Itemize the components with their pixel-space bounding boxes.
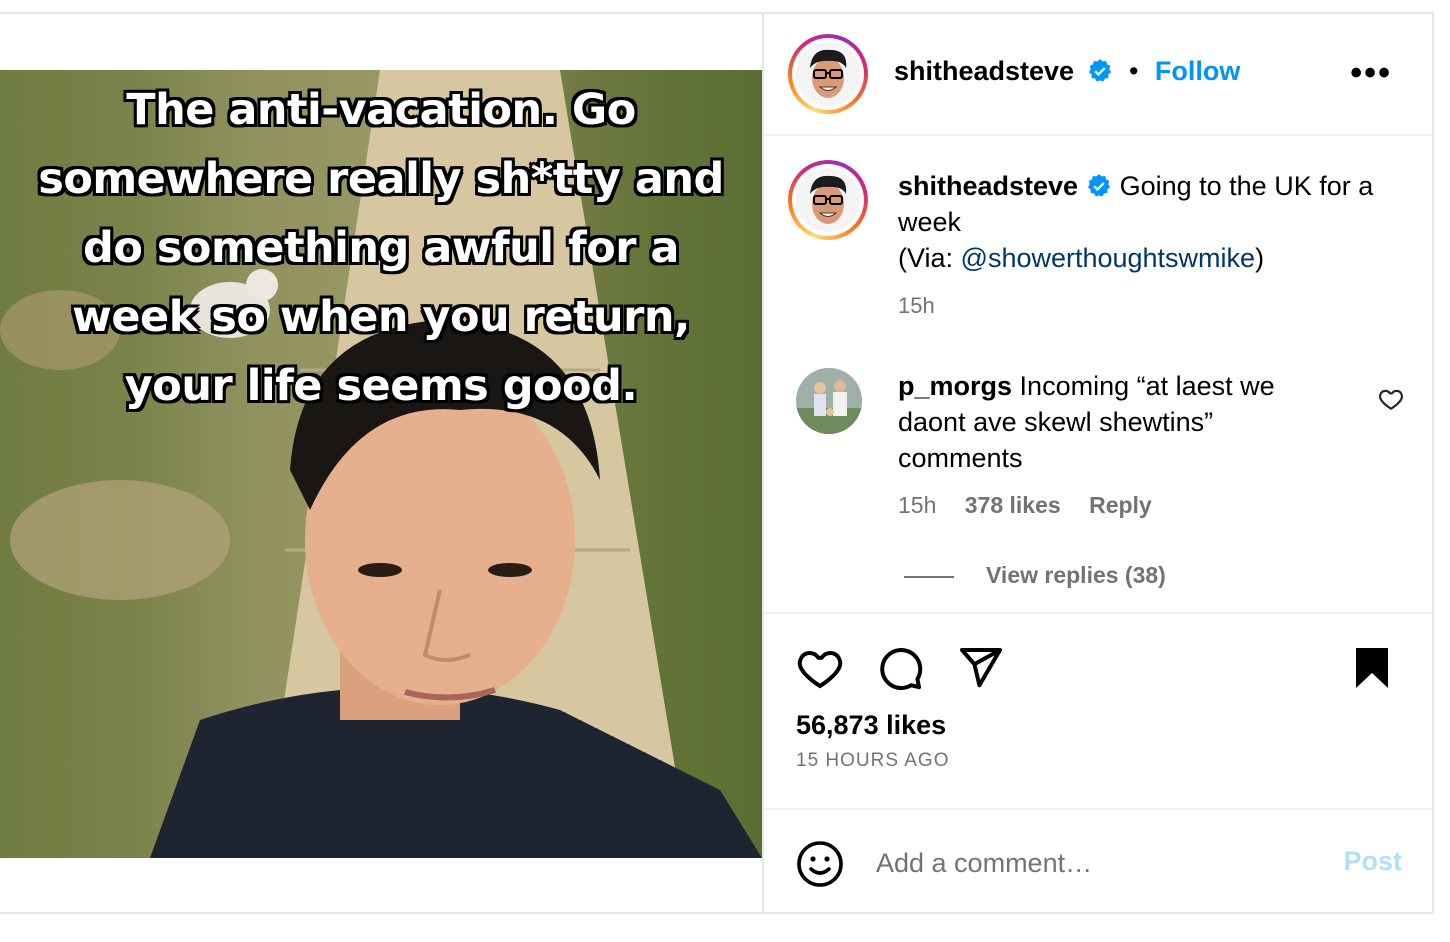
commenter-avatar[interactable] (796, 368, 862, 434)
caption-username[interactable]: shitheadsteve (898, 171, 1078, 201)
post-actions: 56,873 likes 15 HOURS AGO (764, 612, 1432, 808)
via-suffix: ) (1255, 243, 1265, 273)
via-prefix: (Via: (898, 243, 961, 273)
post-likes-count[interactable]: 56,873 likes (796, 710, 946, 741)
post-caption: shitheadsteve Going to the UK for a week… (898, 168, 1398, 324)
comment-likes[interactable]: 378 likes (965, 492, 1061, 518)
more-options-icon[interactable]: ••• (1350, 54, 1392, 93)
header-separator: • (1128, 56, 1139, 86)
header-username[interactable]: shitheadsteve (894, 56, 1074, 86)
add-comment-input[interactable] (874, 840, 1298, 886)
caption-time[interactable]: 15h (898, 288, 1398, 324)
post-header: shitheadsteve • Follow ••• (764, 14, 1432, 136)
reply-button[interactable]: Reply (1089, 492, 1152, 518)
comment-composer: Post (764, 808, 1432, 912)
via-mention-link[interactable]: @showerthoughtswmike (961, 243, 1256, 273)
overlay-line: The anti-vacation. Go (126, 85, 636, 135)
overlay-line: somewhere really sh*tty and (38, 154, 724, 204)
view-replies-button[interactable]: View replies (38) (904, 562, 1166, 589)
post-time-ago[interactable]: 15 HOURS AGO (796, 750, 950, 772)
author-avatar[interactable] (788, 34, 868, 114)
video-overlay-text: The anti-vacation. Go somewhere really s… (20, 76, 742, 421)
replies-divider-line (904, 575, 954, 578)
comment-bubble-icon[interactable] (876, 644, 924, 692)
overlay-line: week so when you return, (72, 292, 690, 342)
header-user-row: shitheadsteve • Follow (894, 56, 1240, 87)
share-paper-plane-icon[interactable] (956, 644, 1004, 692)
comment-time[interactable]: 15h (898, 492, 936, 518)
post-comment-button[interactable]: Post (1343, 846, 1402, 877)
overlay-line: do something awful for a (83, 223, 679, 273)
like-heart-icon[interactable] (796, 644, 844, 692)
comment-like-heart-icon[interactable] (1378, 386, 1404, 412)
verified-badge-icon (1088, 174, 1111, 197)
verified-badge-icon (1088, 59, 1111, 82)
bookmark-saved-icon[interactable] (1348, 644, 1396, 692)
media-area: The anti-vacation. Go somewhere really s… (0, 14, 762, 912)
view-replies-label: View replies (38) (986, 562, 1166, 588)
comment: p_morgs Incoming “at laest we daont ave … (898, 368, 1338, 476)
emoji-smiley-icon[interactable] (796, 840, 844, 888)
post-video[interactable]: The anti-vacation. Go somewhere really s… (0, 70, 762, 858)
post-side-panel: shitheadsteve • Follow ••• shitheadsteve… (762, 14, 1432, 912)
caption-author-avatar[interactable] (788, 160, 868, 240)
overlay-line: your life seems good. (124, 361, 638, 411)
post-modal: The anti-vacation. Go somewhere really s… (0, 12, 1434, 914)
commenter-username[interactable]: p_morgs (898, 371, 1012, 401)
follow-button[interactable]: Follow (1155, 56, 1240, 86)
comment-meta: 15h 378 likes Reply (898, 492, 1174, 519)
